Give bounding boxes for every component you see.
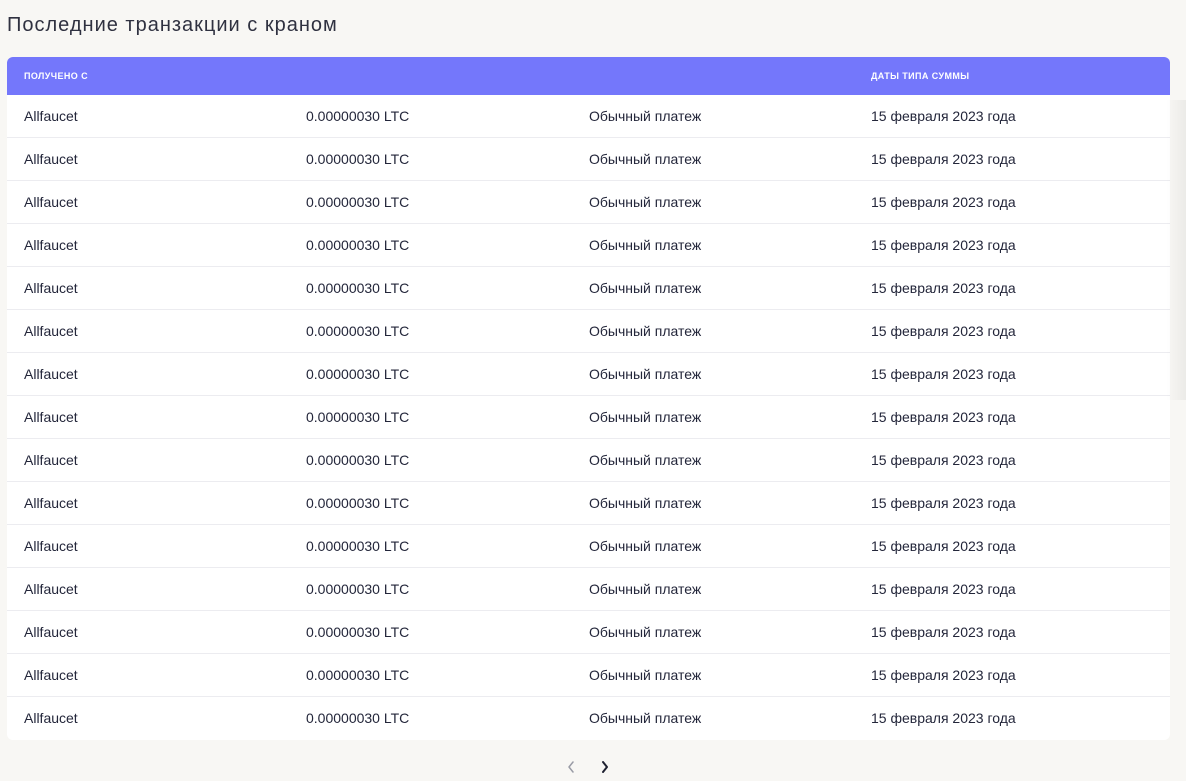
cell-amount: 0.00000030 LTC — [306, 452, 410, 468]
table-row: Allfaucet 0.00000030 LTC Обычный платеж 15 … — [7, 310, 1170, 353]
table-row: Allfaucet 0.00000030 LTC Обычный платеж 15 … — [7, 654, 1170, 697]
cell-date: 15 февраля 2023 года — [871, 194, 1016, 210]
table-row: Allfaucet 0.00000030 LTC Обычный платеж 15 … — [7, 568, 1170, 611]
cell-date: 15 февраля 2023 года — [871, 538, 1016, 554]
next-page-button[interactable] — [595, 756, 615, 778]
cell-amount: 0.00000030 LTC — [306, 581, 410, 597]
cell-type: Обычный платеж — [589, 108, 702, 124]
cell-amount: 0.00000030 LTC — [306, 151, 410, 167]
previous-page-button[interactable] — [561, 756, 581, 778]
cell-date: 15 февраля 2023 года — [871, 495, 1016, 511]
cell-source: Allfaucet — [24, 366, 78, 382]
column-header-received-from[interactable]: ПОЛУЧЕНО С — [24, 57, 88, 95]
cell-amount: 0.00000030 LTC — [306, 409, 410, 425]
cell-amount: 0.00000030 LTC — [306, 194, 410, 210]
cell-type: Обычный платеж — [589, 237, 702, 253]
cell-type: Обычный платеж — [589, 581, 702, 597]
cell-source: Allfaucet — [24, 151, 78, 167]
table-header: ПОЛУЧЕНО С ДАТЫ ТИПА СУММЫ — [7, 57, 1170, 95]
cell-type: Обычный платеж — [589, 667, 702, 683]
table-row: Allfaucet 0.00000030 LTC Обычный платеж 15 … — [7, 353, 1170, 396]
cell-amount: 0.00000030 LTC — [306, 237, 410, 253]
cell-source: Allfaucet — [24, 194, 78, 210]
table-row: Allfaucet 0.00000030 LTC Обычный платеж 15 … — [7, 697, 1170, 740]
cell-date: 15 февраля 2023 года — [871, 366, 1016, 382]
cell-amount: 0.00000030 LTC — [306, 624, 410, 640]
cell-source: Allfaucet — [24, 624, 78, 640]
cell-date: 15 февраля 2023 года — [871, 710, 1016, 726]
cell-type: Обычный платеж — [589, 624, 702, 640]
cell-source: Allfaucet — [24, 710, 78, 726]
cell-type: Обычный платеж — [589, 710, 702, 726]
cell-source: Allfaucet — [24, 108, 78, 124]
table-row: Allfaucet 0.00000030 LTC Обычный платеж 15 … — [7, 95, 1170, 138]
table-row: Allfaucet 0.00000030 LTC Обычный платеж 15 … — [7, 224, 1170, 267]
cell-date: 15 февраля 2023 года — [871, 151, 1016, 167]
cell-date: 15 февраля 2023 года — [871, 108, 1016, 124]
column-header-dates-type-amount[interactable]: ДАТЫ ТИПА СУММЫ — [871, 57, 970, 95]
table-row: Allfaucet 0.00000030 LTC Обычный платеж 15 … — [7, 482, 1170, 525]
cell-type: Обычный платеж — [589, 538, 702, 554]
cell-amount: 0.00000030 LTC — [306, 495, 410, 511]
cell-date: 15 февраля 2023 года — [871, 581, 1016, 597]
cell-source: Allfaucet — [24, 409, 78, 425]
cell-date: 15 февраля 2023 года — [871, 280, 1016, 296]
cell-amount: 0.00000030 LTC — [306, 280, 410, 296]
table-body: Allfaucet 0.00000030 LTC Обычный платеж 15 … — [7, 95, 1170, 740]
table-row: Allfaucet 0.00000030 LTC Обычный платеж 15 … — [7, 611, 1170, 654]
cell-source: Allfaucet — [24, 495, 78, 511]
pagination — [0, 756, 1186, 778]
cell-amount: 0.00000030 LTC — [306, 538, 410, 554]
cell-source: Allfaucet — [24, 667, 78, 683]
cell-type: Обычный платеж — [589, 409, 702, 425]
cell-date: 15 февраля 2023 года — [871, 237, 1016, 253]
cell-type: Обычный платеж — [589, 366, 702, 382]
chevron-left-icon — [568, 761, 574, 773]
cell-amount: 0.00000030 LTC — [306, 108, 410, 124]
table-row: Allfaucet 0.00000030 LTC Обычный платеж 15 … — [7, 138, 1170, 181]
table-row: Allfaucet 0.00000030 LTC Обычный платеж 15 … — [7, 439, 1170, 482]
table-row: Allfaucet 0.00000030 LTC Обычный платеж 15 … — [7, 396, 1170, 439]
cell-type: Обычный платеж — [589, 323, 702, 339]
cell-amount: 0.00000030 LTC — [306, 710, 410, 726]
cell-source: Allfaucet — [24, 452, 78, 468]
cell-date: 15 февраля 2023 года — [871, 667, 1016, 683]
cell-date: 15 февраля 2023 года — [871, 452, 1016, 468]
cell-source: Allfaucet — [24, 237, 78, 253]
table-row: Allfaucet 0.00000030 LTC Обычный платеж 15 … — [7, 181, 1170, 224]
cell-amount: 0.00000030 LTC — [306, 323, 410, 339]
cell-source: Allfaucet — [24, 323, 78, 339]
transactions-table: ПОЛУЧЕНО С ДАТЫ ТИПА СУММЫ Allfaucet 0.00… — [7, 57, 1170, 740]
cell-type: Обычный платеж — [589, 194, 702, 210]
cell-type: Обычный платеж — [589, 452, 702, 468]
cell-type: Обычный платеж — [589, 280, 702, 296]
cell-amount: 0.00000030 LTC — [306, 366, 410, 382]
cell-date: 15 февраля 2023 года — [871, 624, 1016, 640]
chevron-right-icon — [602, 761, 608, 773]
table-row: Allfaucet 0.00000030 LTC Обычный платеж 15 … — [7, 267, 1170, 310]
cell-source: Allfaucet — [24, 581, 78, 597]
cell-source: Allfaucet — [24, 538, 78, 554]
cell-type: Обычный платеж — [589, 495, 702, 511]
cell-source: Allfaucet — [24, 280, 78, 296]
cell-amount: 0.00000030 LTC — [306, 667, 410, 683]
table-row: Allfaucet 0.00000030 LTC Обычный платеж 15 … — [7, 525, 1170, 568]
cell-type: Обычный платеж — [589, 151, 702, 167]
cell-date: 15 февраля 2023 года — [871, 323, 1016, 339]
cell-date: 15 февраля 2023 года — [871, 409, 1016, 425]
page-title: Последние транзакции с краном — [7, 14, 338, 36]
